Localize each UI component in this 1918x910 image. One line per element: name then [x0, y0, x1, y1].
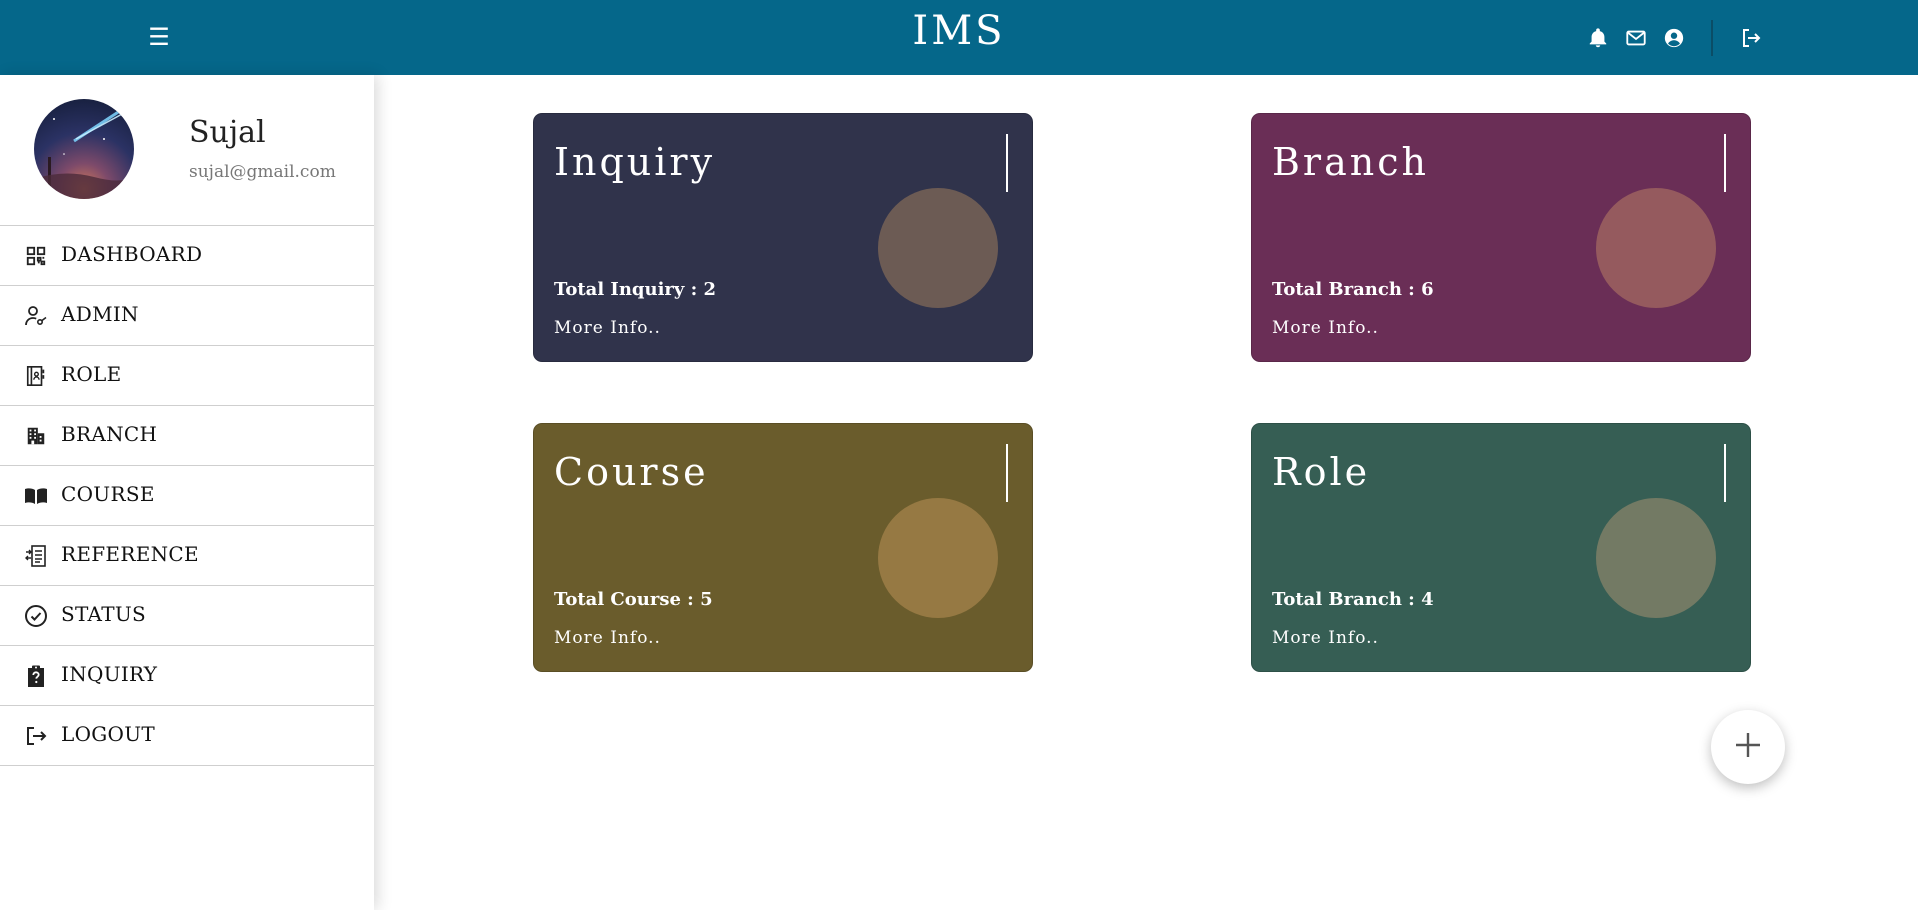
sidebar-item-label: BRANCH: [61, 422, 158, 446]
card-total: Total Branch : 4: [1272, 589, 1434, 610]
plus-icon: [1733, 730, 1763, 764]
card-title: Branch: [1272, 140, 1429, 184]
avatar[interactable]: [34, 99, 134, 199]
clipboard-question-icon: [24, 664, 48, 688]
profile-section: Sujal sujal@gmail.com: [0, 75, 374, 226]
sidebar-item-branch[interactable]: BRANCH: [0, 406, 374, 466]
course-card[interactable]: Course Total Course : 5 More Info..: [533, 423, 1033, 672]
sidebar-item-label: REFERENCE: [61, 542, 199, 566]
sidebar-item-course[interactable]: COURSE: [0, 466, 374, 526]
branch-card[interactable]: Branch Total Branch : 6 More Info..: [1251, 113, 1751, 362]
card-divider: [1006, 134, 1008, 192]
sidebar-item-label: ADMIN: [61, 302, 139, 326]
card-total: Total Inquiry : 2: [554, 279, 717, 300]
sidebar-item-label: DASHBOARD: [61, 242, 203, 266]
more-info-link[interactable]: More Info..: [554, 628, 661, 648]
card-decor-circle: [1596, 188, 1716, 308]
header-icons: [1585, 25, 1611, 51]
sidebar-item-role[interactable]: ROLE: [0, 346, 374, 406]
add-fab-button[interactable]: [1711, 710, 1785, 784]
admin-icon: [24, 304, 48, 328]
card-total: Total Branch : 6: [1272, 279, 1434, 300]
sidebar-item-label: STATUS: [61, 602, 146, 626]
sidebar: Sujal sujal@gmail.com DASHBOARD ADMIN RO…: [0, 75, 374, 910]
bell-icon[interactable]: [1585, 25, 1611, 51]
reference-icon: [24, 544, 48, 568]
building-icon: [24, 424, 48, 448]
dashboard-icon: [24, 244, 48, 268]
card-decor-circle: [1596, 498, 1716, 618]
check-circle-icon: [24, 604, 48, 628]
inquiry-card[interactable]: Inquiry Total Inquiry : 2 More Info..: [533, 113, 1033, 362]
book-icon: [24, 484, 48, 508]
card-total: Total Course : 5: [554, 589, 713, 610]
profile-email: sujal@gmail.com: [189, 162, 336, 182]
card-decor-circle: [878, 188, 998, 308]
header-divider: [1711, 20, 1713, 56]
role-card[interactable]: Role Total Branch : 4 More Info..: [1251, 423, 1751, 672]
card-divider: [1724, 444, 1726, 502]
sidebar-item-status[interactable]: STATUS: [0, 586, 374, 646]
hamburger-menu-icon[interactable]: ☰: [144, 22, 174, 52]
sidebar-item-label: COURSE: [61, 482, 155, 506]
header-icons-2: [1623, 25, 1649, 51]
sidebar-item-admin[interactable]: ADMIN: [0, 286, 374, 346]
header-icons-4: [1738, 25, 1764, 51]
sidebar-item-label: ROLE: [61, 362, 122, 386]
profile-name: Sujal: [189, 115, 266, 150]
card-title: Inquiry: [554, 140, 716, 184]
card-divider: [1006, 444, 1008, 502]
mail-icon[interactable]: [1623, 25, 1649, 51]
role-icon: [24, 364, 48, 388]
logout-icon: [24, 724, 48, 748]
sidebar-item-logout[interactable]: LOGOUT: [0, 706, 374, 766]
logout-icon[interactable]: [1738, 25, 1764, 51]
card-title: Role: [1272, 450, 1371, 494]
sidebar-item-reference[interactable]: REFERENCE: [0, 526, 374, 586]
more-info-link[interactable]: More Info..: [1272, 628, 1379, 648]
sidebar-item-label: LOGOUT: [61, 722, 156, 746]
sidebar-item-inquiry[interactable]: INQUIRY: [0, 646, 374, 706]
sidebar-item-label: INQUIRY: [61, 662, 158, 686]
top-app-bar: ☰ IMS: [0, 0, 1918, 75]
card-title: Course: [554, 450, 709, 494]
more-info-link[interactable]: More Info..: [1272, 318, 1379, 338]
account-circle-icon[interactable]: [1661, 25, 1687, 51]
header-icons-3: [1661, 25, 1687, 51]
card-divider: [1724, 134, 1726, 192]
card-decor-circle: [878, 498, 998, 618]
more-info-link[interactable]: More Info..: [554, 318, 661, 338]
sidebar-item-dashboard[interactable]: DASHBOARD: [0, 226, 374, 286]
